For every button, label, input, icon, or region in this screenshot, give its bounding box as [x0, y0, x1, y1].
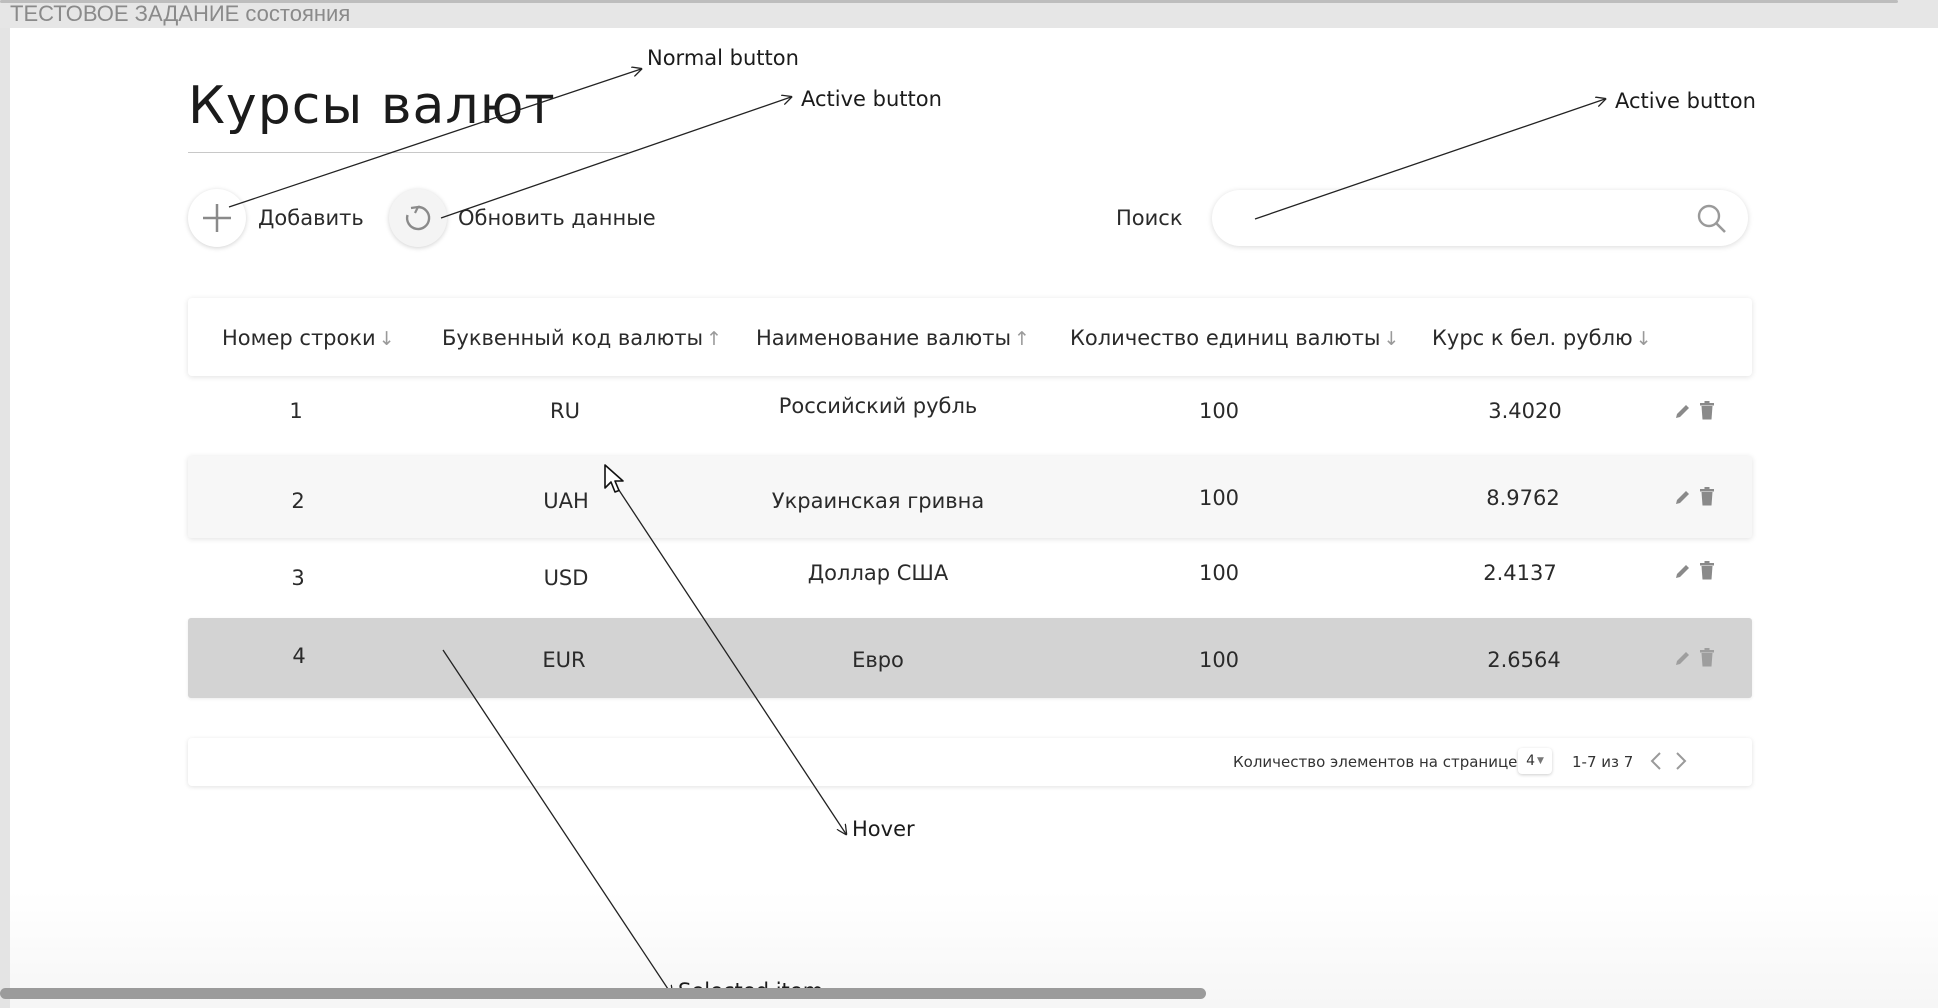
cell-currency-name: Доллар США: [807, 561, 949, 585]
mouse-cursor-icon: [604, 464, 624, 493]
trash-icon[interactable]: [1699, 487, 1715, 506]
cell-units: 100: [1198, 648, 1240, 672]
items-per-page-label: Количество элементов на странице:: [1233, 753, 1523, 771]
pencil-icon[interactable]: [1674, 649, 1692, 667]
cell-currency-code: UAH: [543, 489, 589, 513]
sort-arrow-icon[interactable]: ↓: [1636, 328, 1652, 350]
refresh-icon: [405, 205, 431, 231]
search-input[interactable]: [1236, 198, 1680, 240]
page-title: Курсы валют: [188, 76, 556, 136]
annotation-active-button-search: Active button: [1615, 89, 1756, 113]
column-header-row-number[interactable]: Номер строки ↓: [222, 326, 395, 350]
add-button-label[interactable]: Добавить: [258, 206, 364, 230]
table-row[interactable]: 2 UAH Украинская гривна 100 8.9762: [188, 456, 1752, 538]
cell-rate: 3.4020: [1488, 399, 1562, 423]
cell-rate: 2.4137: [1483, 561, 1557, 585]
cell-currency-name: Евро: [852, 648, 904, 672]
sort-arrow-icon[interactable]: ↓: [1383, 328, 1399, 350]
chevron-left-icon[interactable]: [1649, 750, 1663, 772]
plus-icon: [203, 204, 231, 232]
cell-row-number: 2: [291, 489, 305, 513]
trash-icon[interactable]: [1699, 648, 1715, 667]
column-header-currency-code[interactable]: Буквенный код валюты ↑: [442, 326, 722, 350]
cell-units: 100: [1198, 486, 1240, 510]
page-size-select[interactable]: 4 ▼: [1518, 748, 1552, 774]
title-divider: [188, 152, 628, 153]
table-header: Номер строки ↓ Буквенный код валюты ↑ Наим…: [188, 298, 1752, 376]
cell-units: 100: [1198, 399, 1240, 423]
trash-icon[interactable]: [1699, 561, 1715, 580]
sort-arrow-icon[interactable]: ↓: [379, 328, 395, 350]
cell-currency-code: RU: [550, 399, 580, 423]
column-header-label: Буквенный код валюты: [442, 326, 704, 350]
page-size-value: 4: [1526, 753, 1535, 769]
table-row[interactable]: 3 USD Доллар США 100 2.4137: [188, 548, 1752, 606]
column-header-rate[interactable]: Курс к бел. рублю ↓: [1432, 326, 1652, 350]
sort-arrow-icon[interactable]: ↑: [706, 328, 722, 350]
cell-currency-name: Российский рубль: [778, 394, 978, 418]
refresh-button[interactable]: [389, 189, 447, 247]
cell-row-number: 3: [291, 566, 305, 590]
horizontal-scrollbar[interactable]: [0, 988, 1206, 999]
search-field[interactable]: [1212, 190, 1748, 246]
cell-currency-code: EUR: [542, 648, 586, 672]
table-row[interactable]: 1 RU Российский рубль 100 3.4020: [188, 380, 1752, 440]
column-header-label: Номер строки: [222, 326, 376, 350]
column-header-currency-name[interactable]: Наименование валюты ↑: [756, 326, 1030, 350]
trash-icon[interactable]: [1699, 401, 1715, 420]
column-header-label: Количество единиц валюты: [1070, 326, 1381, 350]
search-icon[interactable]: [1696, 203, 1728, 235]
annotation-normal-button: Normal button: [647, 46, 799, 70]
annotation-active-button: Active button: [801, 87, 942, 111]
column-header-label: Наименование валюты: [756, 326, 1012, 350]
cell-row-number: 4: [292, 644, 306, 668]
add-button[interactable]: [188, 189, 246, 247]
cell-currency-code: USD: [543, 566, 589, 590]
cell-currency-name: Украинская гривна: [771, 489, 985, 513]
search-label: Поиск: [1116, 206, 1183, 230]
column-header-units[interactable]: Количество единиц валюты ↓: [1070, 326, 1399, 350]
column-header-label: Курс к бел. рублю: [1432, 326, 1633, 350]
caret-down-icon: ▼: [1537, 756, 1544, 766]
table-row[interactable]: 4 EUR Евро 100 2.6564: [188, 618, 1752, 698]
page-range-text: 1-7 из 7: [1572, 753, 1634, 771]
chevron-right-icon[interactable]: [1674, 750, 1688, 772]
annotation-hover: Hover: [852, 817, 915, 841]
pencil-icon[interactable]: [1674, 562, 1692, 580]
cell-units: 100: [1198, 561, 1240, 585]
pencil-icon[interactable]: [1674, 402, 1692, 420]
sort-arrow-icon[interactable]: ↑: [1014, 328, 1030, 350]
frame-title: ТЕСТОВОЕ ЗАДАНИЕ состояния: [10, 1, 351, 26]
refresh-button-label[interactable]: Обновить данные: [458, 206, 656, 230]
pagination-bar: Количество элементов на странице: 4 ▼ 1-7…: [188, 738, 1752, 786]
cell-row-number: 1: [289, 399, 303, 423]
cell-rate: 8.9762: [1486, 486, 1560, 510]
cell-rate: 2.6564: [1487, 648, 1561, 672]
pencil-icon[interactable]: [1674, 488, 1692, 506]
